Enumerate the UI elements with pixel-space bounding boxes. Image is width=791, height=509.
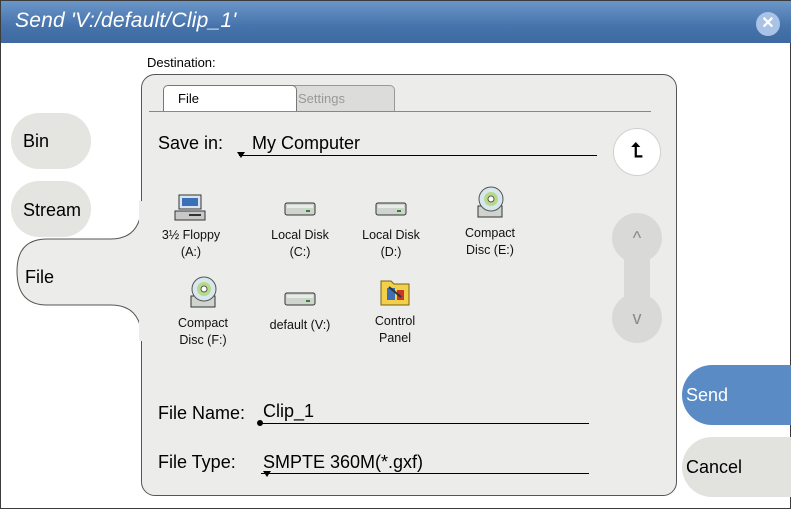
send-button[interactable]: Send xyxy=(682,365,791,425)
dropdown-arrow-icon[interactable] xyxy=(237,152,245,158)
send-button-label: Send xyxy=(686,385,729,405)
item-label: Disc (E:) xyxy=(466,243,514,257)
file-name-input[interactable]: Clip_1 xyxy=(263,401,314,422)
cancel-button[interactable]: Cancel xyxy=(682,437,791,497)
save-in-label: Save in: xyxy=(158,133,224,153)
folder-item-control-panel[interactable]: Control Panel xyxy=(353,275,437,347)
text-cursor-icon xyxy=(257,420,263,426)
send-dialog: Send 'V:/default/Clip_1' ✕ Destination: … xyxy=(0,0,791,509)
floppy-drive-icon xyxy=(174,194,206,221)
hard-disk-icon xyxy=(284,202,316,216)
chevron-down-icon: v xyxy=(632,308,642,328)
item-label: Local Disk xyxy=(362,228,420,242)
cancel-button-label: Cancel xyxy=(686,457,743,477)
save-in-dropdown[interactable]: My Computer xyxy=(252,133,360,154)
item-label: Disc (F:) xyxy=(179,333,227,347)
tab-file[interactable]: File xyxy=(163,85,297,112)
item-label: (C:) xyxy=(289,245,311,259)
file-type-label: File Type: xyxy=(158,452,236,472)
drive-item-cd-e[interactable]: Compact Disc (E:) xyxy=(448,183,532,259)
tab-settings[interactable]: Settings xyxy=(283,85,395,112)
file-name-label: File Name: xyxy=(158,403,246,423)
dropdown-arrow-icon[interactable] xyxy=(263,471,271,477)
tab-divider xyxy=(149,111,651,112)
drive-item-floppy-a[interactable]: 3½ Floppy (A:) xyxy=(149,191,233,261)
item-label: 3½ Floppy xyxy=(161,228,221,242)
up-arrow-icon: ⮤ xyxy=(631,140,643,162)
file-type-dropdown[interactable]: SMPTE 360M(*.gxf) xyxy=(263,452,423,473)
control-panel-icon xyxy=(380,280,410,306)
up-folder-button[interactable]: ⮤ xyxy=(613,128,661,176)
item-label: default (V:) xyxy=(269,318,331,332)
cd-drive-icon xyxy=(190,276,217,308)
tab-settings-label: Settings xyxy=(298,91,345,106)
tab-file-label: File xyxy=(178,91,199,106)
item-label: Local Disk xyxy=(271,228,329,242)
hard-disk-icon xyxy=(284,292,316,306)
save-in-underline xyxy=(239,155,597,156)
cd-drive-icon xyxy=(477,186,504,218)
item-label: Panel xyxy=(379,331,411,345)
item-label: Compact xyxy=(464,226,516,240)
side-tab-file-label: File xyxy=(25,267,55,287)
scroll-control: ^ v xyxy=(612,213,662,343)
side-tab-file[interactable] xyxy=(1,1,161,341)
hard-disk-icon xyxy=(375,202,407,216)
file-name-underline xyxy=(261,423,589,424)
drive-item-default-v[interactable]: default (V:) xyxy=(258,281,342,334)
item-label: (A:) xyxy=(180,245,202,259)
scroll-up-button[interactable]: ^ xyxy=(612,213,662,263)
file-type-underline xyxy=(261,473,589,474)
close-icon: ✕ xyxy=(761,15,775,32)
drive-item-local-c[interactable]: Local Disk (C:) xyxy=(258,191,342,261)
item-label: (D:) xyxy=(380,245,402,259)
drive-item-local-d[interactable]: Local Disk (D:) xyxy=(349,191,433,261)
scroll-down-button[interactable]: v xyxy=(612,293,662,343)
chevron-up-icon: ^ xyxy=(632,228,642,248)
drive-item-cd-f[interactable]: Compact Disc (F:) xyxy=(161,273,245,349)
item-label: Control xyxy=(374,314,416,328)
item-label: Compact xyxy=(177,316,229,330)
close-button[interactable]: ✕ xyxy=(756,12,780,36)
